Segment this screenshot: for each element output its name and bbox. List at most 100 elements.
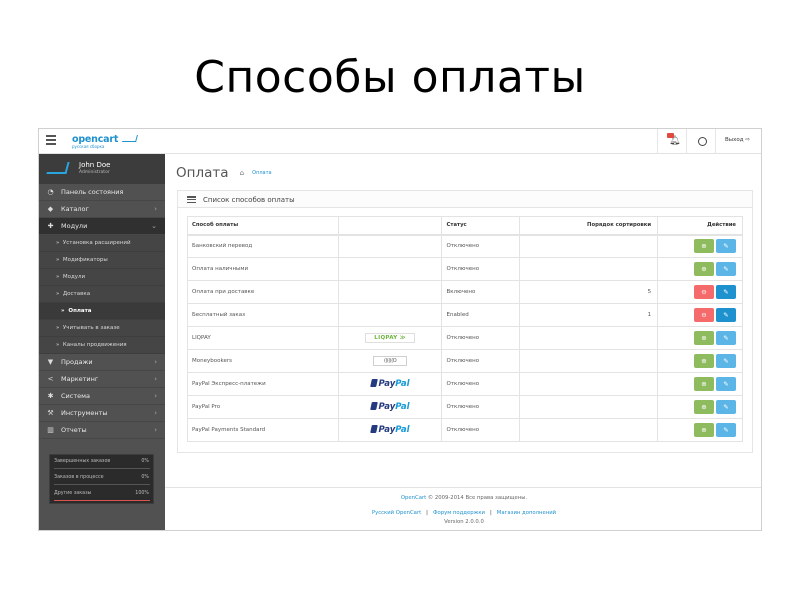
sort-order-cell (519, 234, 659, 258)
bell-icon[interactable]: 🔔︎ (669, 136, 680, 146)
edit-button[interactable]: ✎ (716, 285, 736, 299)
uninstall-button[interactable]: ⊖ (694, 285, 714, 299)
sidebar-item-system[interactable]: ✱ Система › (39, 388, 165, 405)
edit-button[interactable]: ✎ (716, 423, 736, 437)
edit-button[interactable]: ✎ (716, 377, 736, 391)
chevron-right-icon: › (154, 426, 157, 434)
globe-icon[interactable] (698, 137, 707, 146)
payment-method-name: LIQPAY (187, 326, 339, 350)
actions-cell: ⊕ ✎ (657, 257, 743, 281)
sidebar-item-reports[interactable]: ▥ Отчеты › (39, 422, 165, 439)
stat-value: 0% (141, 475, 149, 480)
table-row: PayPal Payments Standard PayPal Отключено ⊕… (187, 418, 743, 442)
footer-link-extension-store[interactable]: Магазин дополнений (497, 510, 556, 516)
edit-button[interactable]: ✎ (716, 262, 736, 276)
sidebar: John Doe Administrator ◔ Панель состояни… (39, 154, 165, 530)
install-button[interactable]: ⊕ (694, 354, 714, 368)
sidebar-subitem-label: » Оплата (61, 308, 92, 314)
opencart-logo[interactable]: opencart русская сборка (72, 134, 118, 149)
panel-heading: Список способов оплаты (178, 191, 752, 208)
install-button[interactable]: ⊕ (694, 262, 714, 276)
sidebar-subitem-installer[interactable]: » Установка расширений (39, 235, 165, 252)
install-button[interactable]: ⊕ (694, 331, 714, 345)
sidebar-item-dashboard[interactable]: ◔ Панель состояния (39, 184, 165, 201)
status-cell: Отключено (441, 372, 521, 396)
home-icon[interactable]: ⌂ (240, 169, 244, 177)
actions-cell: ⊕ ✎ (657, 349, 743, 373)
sidebar-item-label: Продажи (61, 358, 93, 366)
list-icon (187, 196, 196, 204)
sidebar-subitem-label: » Каналы продвижения (56, 342, 127, 348)
status-cell: Enabled (441, 303, 521, 327)
table-header-row: Способ оплаты Статус Порядок сортировки … (187, 216, 743, 236)
sidebar-subitem-payment[interactable]: » Оплата (39, 303, 165, 320)
table-row: Moneybookers ((((((O Отключено ⊕ ✎ (187, 349, 743, 373)
sidebar-item-catalog[interactable]: ◆ Каталог › (39, 201, 165, 218)
admin-screenshot: opencart русская сборка 🔔︎ Выход ⇨ John … (38, 128, 762, 531)
moneybookers-logo: ((((((O (373, 356, 408, 366)
actions-cell: ⊕ ✎ (657, 395, 743, 419)
sidebar-item-modules[interactable]: ✚ Модули ⌄ (39, 218, 165, 235)
header-divider (686, 129, 687, 154)
edit-button[interactable]: ✎ (716, 400, 736, 414)
pencil-icon: ✎ (723, 288, 729, 296)
pencil-icon: ✎ (723, 357, 729, 365)
edit-button[interactable]: ✎ (716, 239, 736, 254)
page-title: Оплата (176, 164, 229, 181)
minus-circle-icon: ⊖ (701, 311, 707, 319)
paypal-logo: PayPal (369, 425, 410, 435)
breadcrumb-link[interactable]: Оплата (252, 170, 271, 176)
top-header: opencart русская сборка 🔔︎ Выход ⇨ (39, 129, 761, 154)
uninstall-button[interactable]: ⊖ (694, 308, 714, 322)
menu-toggle-icon[interactable] (46, 135, 56, 147)
table-row: Бесплатный заказ Enabled 1 ⊖ ✎ (187, 303, 743, 327)
plus-circle-icon: ⊕ (701, 380, 707, 388)
payment-logo-cell: PayPal (337, 395, 443, 419)
chevron-right-icon: › (154, 392, 157, 400)
edit-button[interactable]: ✎ (716, 331, 736, 345)
sort-order-cell (519, 372, 659, 396)
dashboard-icon: ◔ (47, 188, 54, 196)
footer-link-russian-opencart[interactable]: Русский OpenCart (372, 510, 421, 516)
user-profile[interactable]: John Doe Administrator (39, 154, 165, 184)
sidebar-subitem-shipping[interactable]: » Доставка (39, 286, 165, 303)
sidebar-subitem-modifications[interactable]: » Модификаторы (39, 252, 165, 269)
actions-cell: ⊕ ✎ (657, 418, 743, 442)
install-button[interactable]: ⊕ (694, 400, 714, 414)
status-cell: Отключено (441, 234, 521, 258)
footer-link-support-forum[interactable]: Форум поддержки (433, 510, 485, 516)
install-button[interactable]: ⊕ (694, 377, 714, 391)
install-button[interactable]: ⊕ (694, 423, 714, 437)
chevron-right-icon: › (154, 205, 157, 213)
paypal-logo: PayPal (369, 402, 410, 412)
edit-button[interactable]: ✎ (716, 308, 736, 322)
logout-link[interactable]: Выход ⇨ (725, 137, 750, 143)
cog-icon: ✱ (47, 392, 54, 400)
plus-circle-icon: ⊕ (701, 265, 707, 273)
footer-opencart-link[interactable]: OpenCart (401, 495, 426, 501)
chevron-right-icon: › (154, 358, 157, 366)
payment-method-name: Банковский перевод (187, 234, 339, 258)
sidebar-item-sales[interactable]: ▼ Продажи › (39, 354, 165, 371)
sidebar-item-label: Каталог (61, 205, 89, 213)
table-row: Оплата при доставке Включено 5 ⊖ ✎ (187, 280, 743, 304)
column-header-sort-order[interactable]: Порядок сортировки (519, 216, 659, 236)
pencil-icon: ✎ (723, 426, 729, 434)
column-header-status[interactable]: Статус (441, 216, 521, 236)
payment-logo-cell (337, 303, 443, 327)
chevron-right-icon: › (154, 409, 157, 417)
column-header-logo (337, 216, 443, 236)
sidebar-subitem-modules[interactable]: » Модули (39, 269, 165, 286)
order-stats-box: Завершенных заказов 0% Заказов в процесс… (49, 454, 154, 504)
sidebar-subitem-feeds[interactable]: » Каналы продвижения (39, 337, 165, 354)
sidebar-item-tools[interactable]: ⚒ Инструменты › (39, 405, 165, 422)
status-cell: Отключено (441, 418, 521, 442)
sidebar-item-marketing[interactable]: < Маркетинг › (39, 371, 165, 388)
logout-label: Выход (725, 137, 744, 143)
install-button[interactable]: ⊕ (694, 239, 714, 254)
sidebar-subitem-order-totals[interactable]: » Учитывать в заказе (39, 320, 165, 337)
main-content: Оплата ⌂ Оплата Список способов оплаты С… (165, 154, 761, 530)
column-header-name[interactable]: Способ оплаты (187, 216, 339, 236)
header-divider (657, 129, 658, 154)
edit-button[interactable]: ✎ (716, 354, 736, 368)
